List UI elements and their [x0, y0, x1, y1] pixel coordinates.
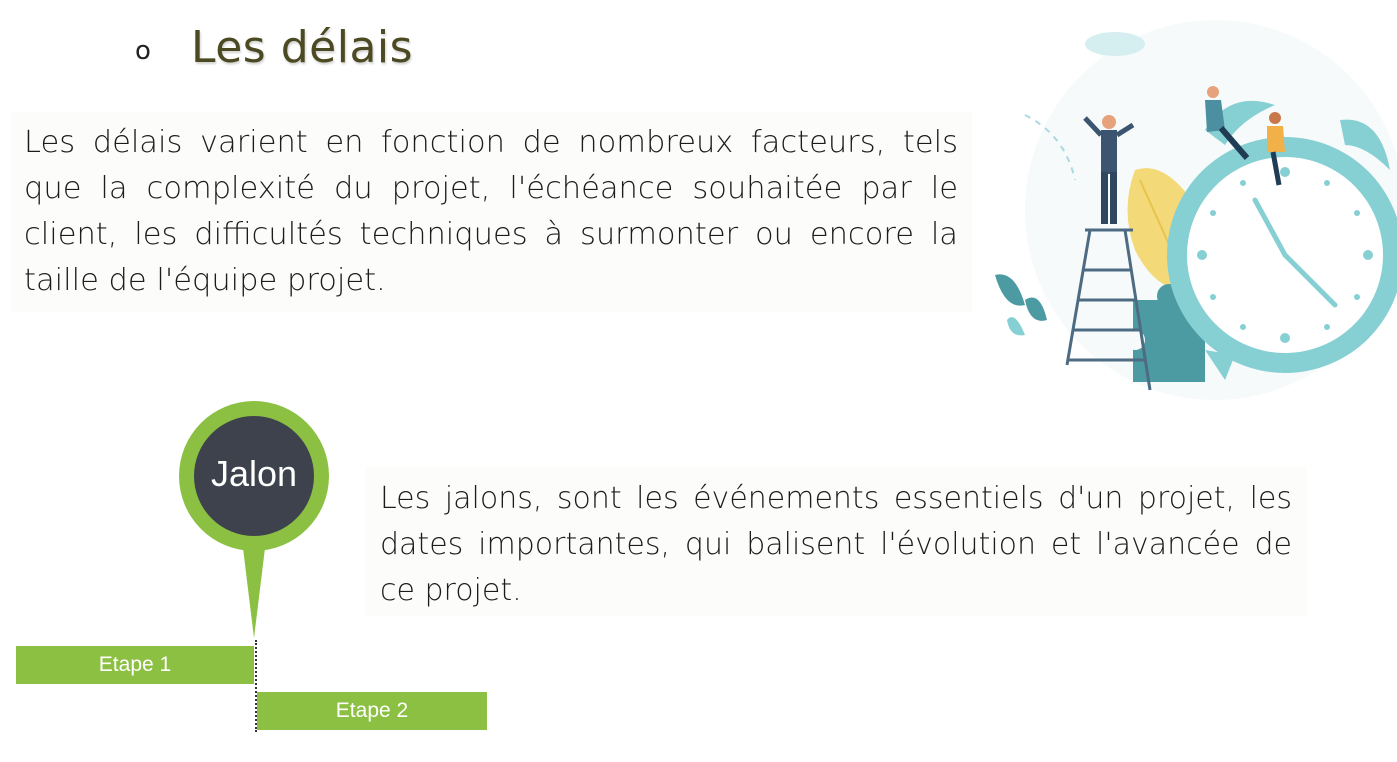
- jalons-text-box: Les jalons, sont les événements essentie…: [366, 466, 1306, 616]
- delais-paragraph: Les délais varient en fonction de nombre…: [24, 125, 958, 298]
- page-title: Les délais: [191, 22, 414, 73]
- step-bar-1: Etape 1: [16, 646, 254, 684]
- milestone-divider: [255, 640, 257, 732]
- step-bar-2: Etape 2: [257, 692, 487, 730]
- jalons-paragraph: Les jalons, sont les événements essentie…: [380, 481, 1292, 608]
- delais-text-box: Les délais varient en fonction de nombre…: [10, 112, 972, 312]
- milestone-pin-icon: [179, 401, 329, 638]
- milestone-label: Jalon: [210, 453, 298, 494]
- clock-illustration: [995, 20, 1397, 400]
- bullet-marker: o: [135, 36, 151, 66]
- plant-icon: [995, 274, 1047, 336]
